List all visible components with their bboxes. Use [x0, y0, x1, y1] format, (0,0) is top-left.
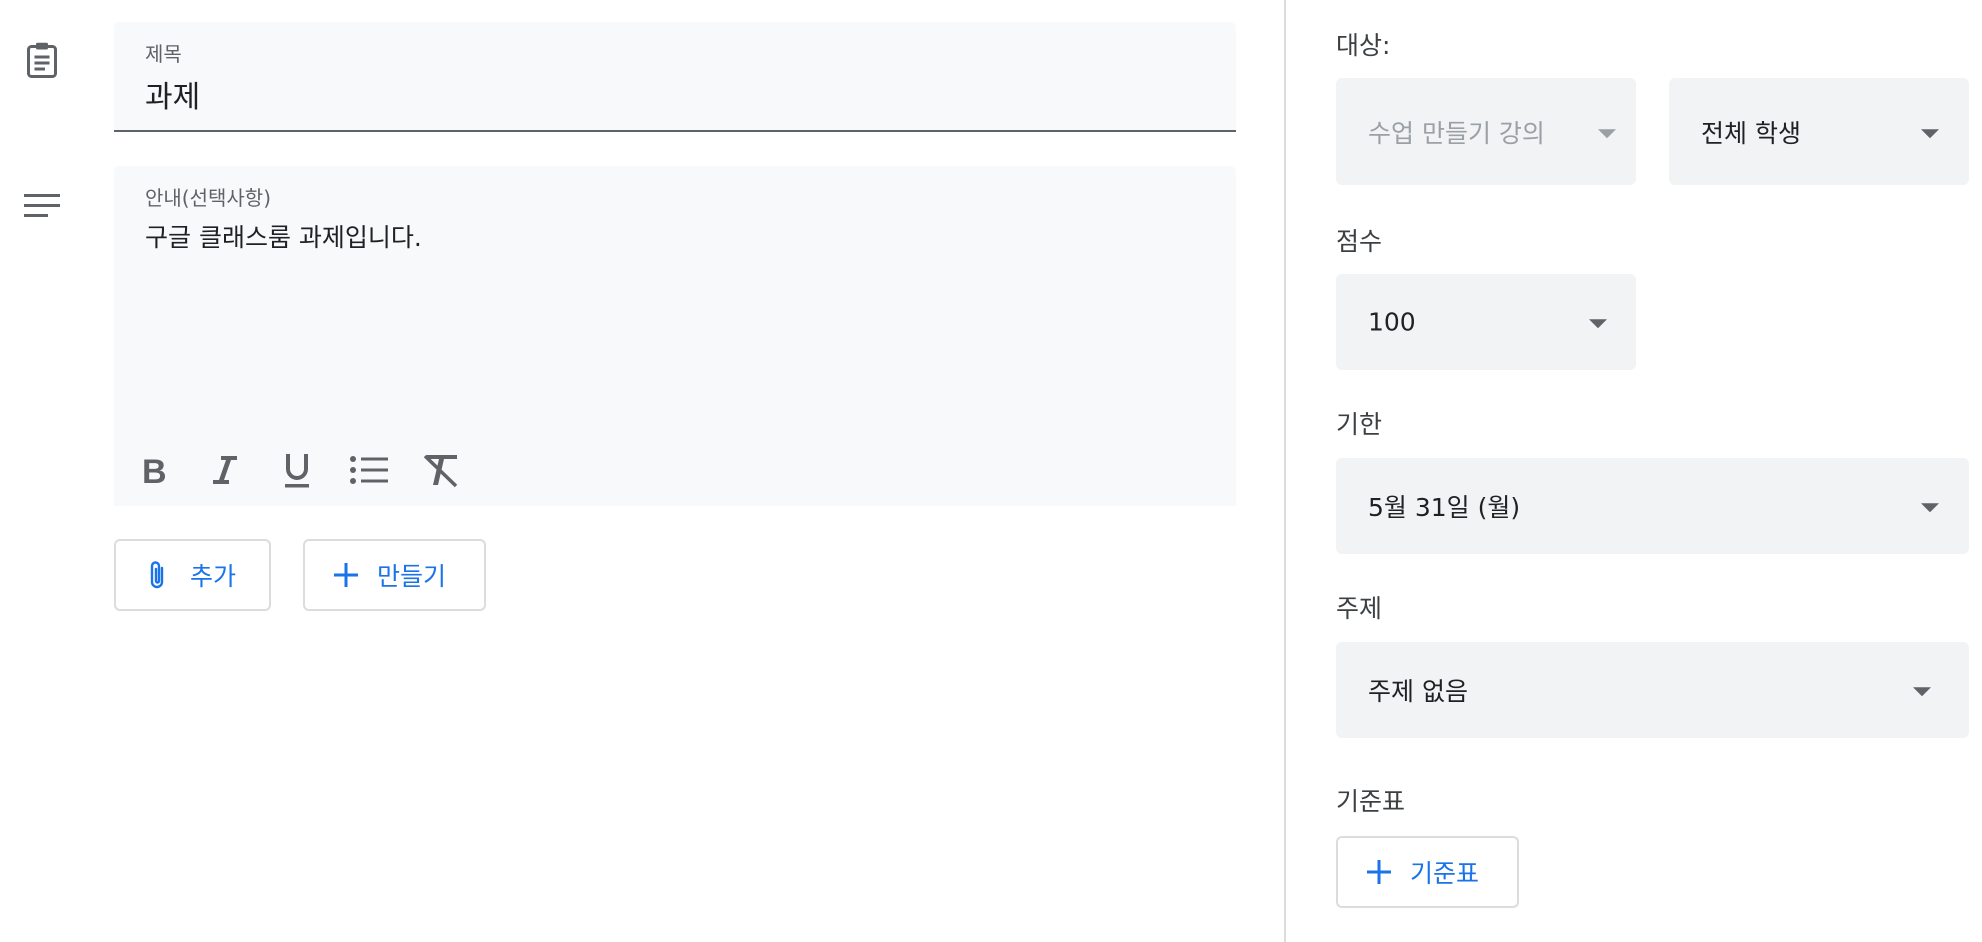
students-select-value: 전체 학생: [1701, 118, 1801, 148]
bold-icon[interactable]: B: [132, 449, 174, 491]
chevron-down-icon: [1913, 687, 1931, 697]
class-select[interactable]: 수업 만들기 강의: [1336, 78, 1636, 185]
bulleted-list-icon[interactable]: [348, 449, 390, 491]
attach-button[interactable]: 추가: [114, 539, 271, 611]
chevron-down-icon: [1921, 128, 1939, 138]
chevron-down-icon: [1598, 128, 1616, 138]
topic-select-value: 주제 없음: [1368, 677, 1468, 706]
due-date-value: 5월 31일 (월): [1368, 493, 1521, 522]
students-select[interactable]: 전체 학생: [1669, 78, 1969, 185]
assignment-settings-panel: 대상: 수업 만들기 강의 전체 학생 점수 100 기한 5월 31일 (월)…: [1284, 0, 1982, 942]
audience-label: 대상:: [1336, 31, 1391, 60]
clear-formatting-icon[interactable]: [420, 449, 462, 491]
title-field[interactable]: 제목 과제: [114, 22, 1236, 132]
description-input[interactable]: 구글 클래스룸 과제입니다.: [145, 218, 422, 254]
plus-icon: [1364, 857, 1394, 887]
add-rubric-button[interactable]: 기준표: [1336, 836, 1519, 908]
title-label: 제목: [145, 42, 182, 66]
points-label: 점수: [1336, 227, 1383, 256]
title-input[interactable]: 과제: [145, 72, 200, 116]
clipboard-icon: [22, 40, 62, 80]
rubric-label: 기준표: [1336, 787, 1406, 816]
topic-select[interactable]: 주제 없음: [1336, 642, 1969, 738]
chevron-down-icon: [1921, 503, 1939, 513]
due-label: 기한: [1336, 410, 1383, 439]
class-select-value: 수업 만들기 강의: [1368, 118, 1545, 148]
description-icon: [22, 186, 62, 226]
create-button[interactable]: 만들기: [303, 539, 486, 611]
points-select-value: 100: [1368, 307, 1416, 337]
points-select[interactable]: 100: [1336, 274, 1636, 370]
description-label: 안내(선택사항): [145, 186, 272, 210]
paperclip-icon: [142, 560, 172, 590]
add-rubric-label: 기준표: [1410, 859, 1480, 888]
attach-button-label: 추가: [190, 562, 237, 591]
italic-icon[interactable]: [204, 449, 246, 491]
plus-icon: [331, 560, 361, 590]
description-field[interactable]: 안내(선택사항) 구글 클래스룸 과제입니다. B: [114, 166, 1236, 506]
svg-text:B: B: [142, 453, 167, 487]
chevron-down-icon: [1589, 319, 1607, 329]
formatting-toolbar: B: [132, 446, 462, 494]
topic-label: 주제: [1336, 594, 1383, 623]
create-button-label: 만들기: [377, 562, 447, 591]
assignment-editor: 제목 과제 안내(선택사항) 구글 클래스룸 과제입니다. B 추가 만들기: [0, 0, 1284, 942]
due-date-select[interactable]: 5월 31일 (월): [1336, 458, 1969, 554]
underline-icon[interactable]: [276, 449, 318, 491]
